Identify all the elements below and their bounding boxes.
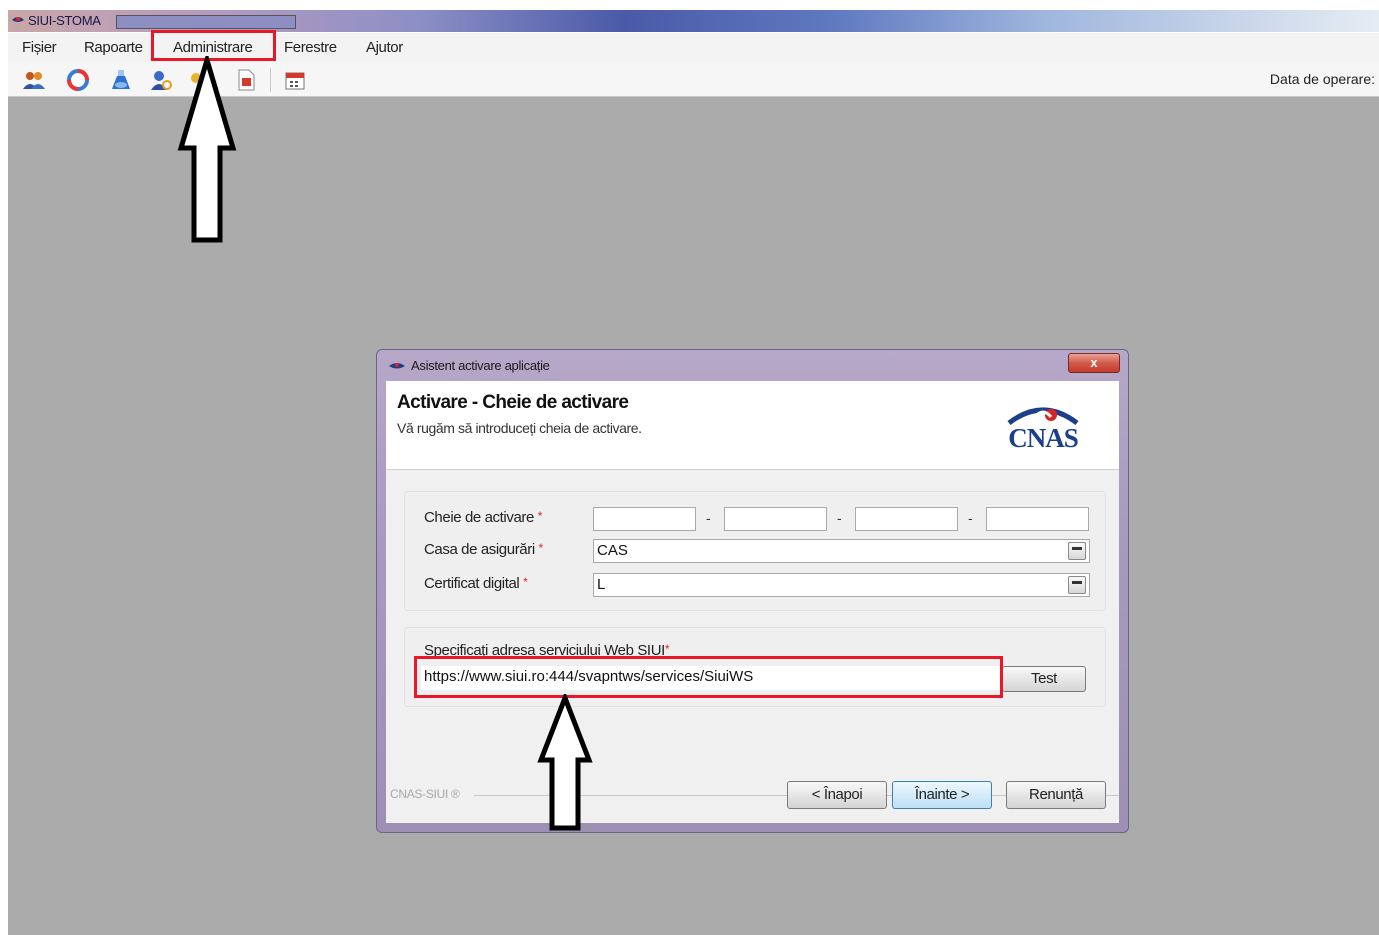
cancel-button[interactable]: Renunță: [1006, 781, 1106, 809]
dialog-body: Activare - Cheie de activare Vă rugăm să…: [386, 381, 1119, 823]
highlight-web-service-url: [414, 656, 1003, 698]
back-button[interactable]: < Înapoi: [787, 781, 887, 809]
browse-insurance-button[interactable]: ▬: [1068, 542, 1086, 560]
key-separator: -: [706, 510, 711, 526]
users-icon[interactable]: [22, 68, 46, 92]
menu-help[interactable]: Ajutor: [366, 39, 403, 56]
flask-icon[interactable]: [109, 68, 133, 92]
lifebuoy-icon[interactable]: [66, 68, 90, 92]
menu-windows[interactable]: Ferestre: [284, 39, 337, 56]
calendar-icon[interactable]: [283, 68, 307, 92]
activation-key-label: Cheie de activare *: [424, 509, 542, 526]
operation-date-label: Data de operare:: [1269, 71, 1375, 87]
wizard-heading: Activare - Cheie de activare: [397, 392, 629, 413]
close-button[interactable]: x: [1068, 353, 1120, 373]
key-separator: -: [837, 510, 842, 526]
test-button[interactable]: Test: [1002, 666, 1086, 692]
insurance-house-label: Casa de asigurări *: [424, 541, 543, 558]
app-icon: [389, 363, 405, 369]
menu-reports[interactable]: Rapoarte: [84, 39, 143, 56]
user-ring-icon[interactable]: [149, 68, 173, 92]
activation-key-part-1[interactable]: [593, 507, 696, 531]
activation-fields-group: Cheie de activare * - - - Casa de asigur…: [404, 491, 1106, 611]
next-button[interactable]: Înainte >: [892, 781, 992, 809]
toolbar-separator: [270, 68, 271, 92]
window-titlebar: SIUI-STOMA: [8, 10, 1379, 32]
activation-key-part-3[interactable]: [855, 507, 958, 531]
annotation-arrow-up-icon: [537, 694, 593, 831]
window-title: SIUI-STOMA: [28, 13, 101, 28]
app-icon: [12, 17, 24, 22]
activation-key-part-2[interactable]: [724, 507, 827, 531]
wizard-header: Activare - Cheie de activare Vă rugăm să…: [386, 381, 1119, 470]
cnas-logo: CNAS: [991, 401, 1095, 453]
cnas-logo-text: CNAS: [1008, 423, 1079, 453]
activation-key-part-4[interactable]: [986, 507, 1089, 531]
certificate-field[interactable]: L: [593, 573, 1090, 597]
insurance-house-field[interactable]: CAS: [593, 539, 1090, 563]
annotation-arrow-up-icon: [177, 56, 237, 243]
redacted-title-info: [116, 15, 296, 29]
activation-wizard-dialog: Asistent activare aplicație x Activare -…: [376, 349, 1129, 833]
wizard-subheading: Vă rugăm să introduceți cheia de activar…: [397, 420, 642, 436]
menu-file[interactable]: Fișier: [22, 39, 57, 56]
dialog-title: Asistent activare aplicație: [411, 358, 550, 373]
footer-brand-label: CNAS-SIUI ®: [390, 787, 460, 801]
certificate-label: Certificat digital *: [424, 575, 528, 592]
key-separator: -: [968, 510, 973, 526]
browse-certificate-button[interactable]: ▬: [1068, 576, 1086, 594]
